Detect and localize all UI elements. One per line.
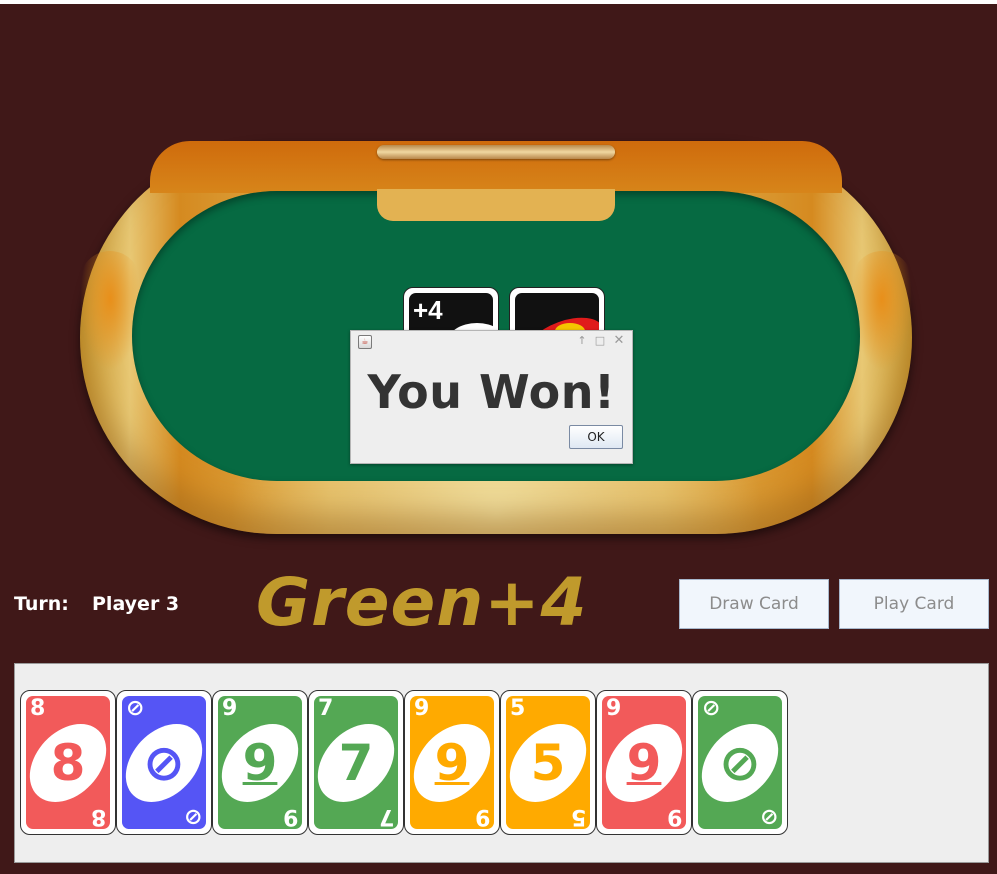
java-icon: ☕ bbox=[358, 335, 372, 349]
discard-card-label: +4 bbox=[413, 295, 443, 325]
card-corner-bottom: 9 bbox=[282, 804, 298, 829]
table-rail-highlight-left bbox=[80, 251, 140, 371]
card-corner-top: 7 bbox=[318, 696, 334, 721]
card-corner-bottom: 7 bbox=[378, 804, 394, 829]
card-corner-top: 8 bbox=[30, 696, 46, 721]
play-card-button[interactable]: Play Card bbox=[839, 579, 989, 629]
hand-card-green-skip[interactable]: ⊘ ⊘ ⊘ bbox=[692, 690, 788, 835]
card-value: 8 bbox=[50, 734, 86, 792]
card-corner-top: 5 bbox=[510, 696, 526, 721]
card-face: 999 bbox=[218, 696, 302, 829]
card-face: ⊘ ⊘ ⊘ bbox=[122, 696, 206, 829]
card-value: 9 bbox=[626, 734, 662, 792]
draw-card-button[interactable]: Draw Card bbox=[679, 579, 829, 629]
current-color-indicator: Green+4 bbox=[256, 564, 588, 641]
card-face: 777 bbox=[314, 696, 398, 829]
card-corner-top: ⊘ bbox=[702, 696, 721, 721]
ok-button[interactable]: OK bbox=[569, 425, 623, 449]
card-corner-bottom: 5 bbox=[570, 804, 586, 829]
table-felt-notch bbox=[377, 189, 615, 221]
hand-card-green-9[interactable]: 999 bbox=[212, 690, 308, 835]
card-value: 9 bbox=[434, 734, 470, 792]
card-corner-bottom: 8 bbox=[90, 804, 106, 829]
maximize-icon[interactable]: □ bbox=[593, 334, 607, 348]
card-face: 999 bbox=[410, 696, 494, 829]
dialog-message: You Won! bbox=[367, 365, 616, 419]
card-face: 888 bbox=[26, 696, 110, 829]
card-corner-top: 9 bbox=[414, 696, 430, 721]
you-won-dialog: ☕ ↑ □ ✕ You Won! OK bbox=[350, 330, 633, 464]
hand-card-blue-skip[interactable]: ⊘ ⊘ ⊘ bbox=[116, 690, 212, 835]
card-corner-top: 9 bbox=[222, 696, 238, 721]
hand-card-green-7[interactable]: 777 bbox=[308, 690, 404, 835]
card-value: 9 bbox=[242, 734, 278, 792]
turn-label: Turn: bbox=[14, 593, 69, 615]
close-icon[interactable]: ✕ bbox=[612, 334, 626, 348]
card-corner-bottom: 9 bbox=[474, 804, 490, 829]
hand-card-red-8[interactable]: 888 bbox=[20, 690, 116, 835]
table-rail-slot bbox=[377, 145, 615, 159]
turn-player: Player 3 bbox=[92, 593, 180, 615]
table-rail-highlight-right bbox=[852, 251, 912, 371]
card-face: 555 bbox=[506, 696, 590, 829]
card-corner-bottom: ⊘ bbox=[183, 804, 202, 829]
player-hand: 8 8 8 ⊘ ⊘ ⊘ 9 9 9 7 7 7 9 9 9 5 5 5 9 9 9 ⊘ ⊘ ⊘ bbox=[14, 663, 989, 863]
card-value: 7 bbox=[338, 734, 374, 792]
card-corner-bottom: 9 bbox=[666, 804, 682, 829]
card-value: ⊘ bbox=[143, 734, 185, 792]
arrow-up-icon[interactable]: ↑ bbox=[575, 334, 589, 348]
dialog-titlebar: ☕ ↑ □ ✕ bbox=[351, 331, 632, 353]
card-corner-top: 9 bbox=[606, 696, 622, 721]
hand-card-yellow-9[interactable]: 999 bbox=[404, 690, 500, 835]
card-corner-bottom: ⊘ bbox=[759, 804, 778, 829]
card-corner-top: ⊘ bbox=[126, 696, 145, 721]
hand-card-yellow-5[interactable]: 555 bbox=[500, 690, 596, 835]
game-window: +4 ☕ ↑ □ ✕ You Won! OK Turn: Player 3 Gr… bbox=[0, 4, 997, 874]
card-value: ⊘ bbox=[719, 734, 761, 792]
hand-card-red-9[interactable]: 999 bbox=[596, 690, 692, 835]
card-face: ⊘ ⊘ ⊘ bbox=[698, 696, 782, 829]
card-value: 5 bbox=[530, 734, 566, 792]
card-face: 999 bbox=[602, 696, 686, 829]
